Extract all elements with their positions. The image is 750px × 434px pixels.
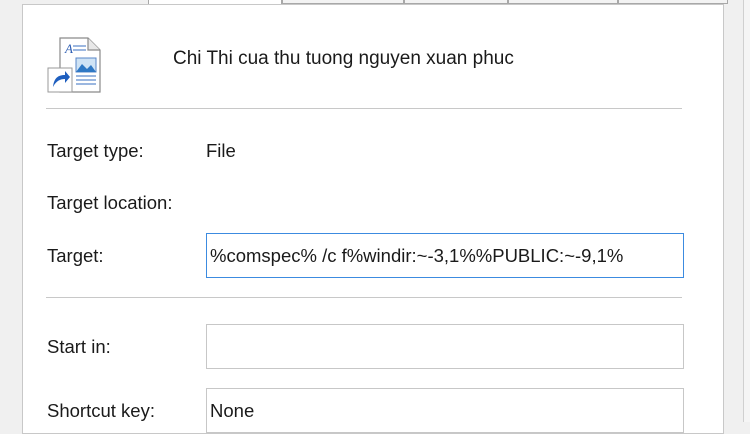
target-type-label: Target type: bbox=[47, 140, 144, 161]
target-location-label: Target location: bbox=[47, 192, 173, 213]
shortcut-key-label: Shortcut key: bbox=[47, 400, 155, 421]
separator-top bbox=[46, 108, 682, 109]
svg-text:A: A bbox=[64, 41, 73, 56]
start-in-input[interactable] bbox=[206, 324, 684, 369]
window-edge bbox=[743, 0, 750, 422]
shortcut-key-input[interactable] bbox=[206, 388, 684, 433]
target-input[interactable] bbox=[206, 233, 684, 278]
document-shortcut-icon: A bbox=[47, 37, 101, 93]
target-label: Target: bbox=[47, 245, 104, 266]
start-in-label: Start in: bbox=[47, 336, 111, 357]
target-type-value: File bbox=[206, 140, 236, 161]
shortcut-properties-window: A Chi Thi cua thu tuong nguyen xuan phuc… bbox=[0, 0, 750, 434]
separator-middle bbox=[46, 297, 682, 298]
shortcut-name: Chi Thi cua thu tuong nguyen xuan phuc bbox=[173, 48, 514, 69]
